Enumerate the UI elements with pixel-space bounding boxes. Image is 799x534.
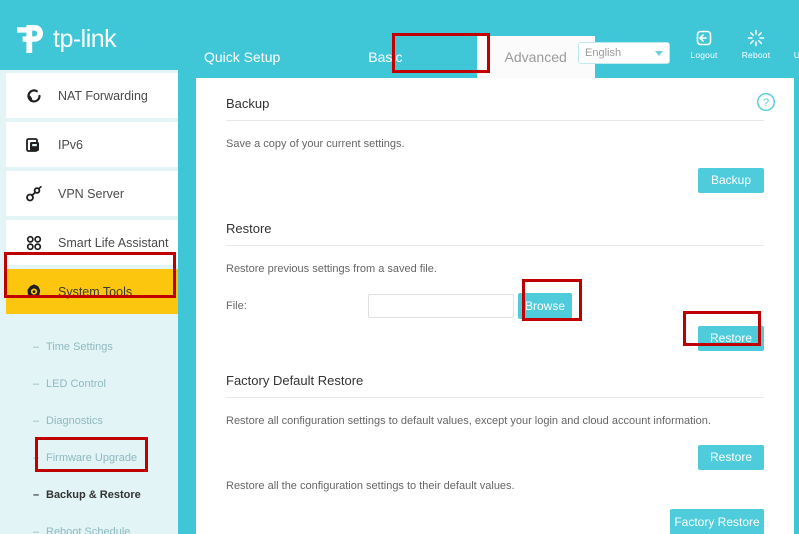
sidebar-item-label: Smart Life Assistant bbox=[58, 235, 169, 250]
logout-icon bbox=[694, 28, 714, 48]
sidebar-item-label: IPv6 bbox=[58, 137, 84, 152]
backup-divider bbox=[226, 120, 764, 121]
sidebar-subitem-diagnostics[interactable]: Diagnostics bbox=[0, 402, 190, 439]
sidebar-item-label: VPN Server bbox=[58, 186, 124, 201]
backup-button[interactable]: Backup bbox=[698, 168, 764, 193]
sidebar-subitem-firmware-upgrade[interactable]: Firmware Upgrade bbox=[0, 439, 190, 476]
factory-restore-button[interactable]: Factory Restore bbox=[670, 509, 764, 534]
tab-quick-setup[interactable]: Quick Setup bbox=[190, 36, 294, 78]
logout-button[interactable]: Logout bbox=[686, 28, 722, 60]
language-select[interactable]: English bbox=[578, 42, 670, 64]
update-label: Update bbox=[793, 50, 799, 60]
backup-title: Backup bbox=[226, 96, 270, 111]
sidebar-item-system-tools[interactable]: System Tools bbox=[6, 269, 184, 314]
header-actions: Logout Reboot U bbox=[686, 28, 799, 60]
svg-text:?: ? bbox=[763, 97, 769, 109]
help-question-icon[interactable]: ? bbox=[756, 92, 776, 117]
sidebar-subitem-time-settings[interactable]: Time Settings bbox=[0, 328, 190, 365]
reboot-button[interactable]: Reboot bbox=[738, 28, 774, 60]
router-admin-page: tp-link Quick Setup Basic Advanced Engli… bbox=[0, 0, 799, 534]
file-label: File: bbox=[226, 300, 247, 312]
brand-name: tp-link bbox=[53, 24, 117, 53]
restore-title: Restore bbox=[226, 221, 272, 236]
vpn-server-icon bbox=[24, 184, 44, 204]
language-selected-value: English bbox=[585, 47, 622, 59]
backup-description: Save a copy of your current settings. bbox=[226, 138, 405, 150]
factory-restore-title: Factory Default Restore bbox=[226, 373, 364, 388]
sidebar-subitem-led-control[interactable]: LED Control bbox=[0, 365, 190, 402]
smart-life-assistant-icon bbox=[24, 233, 44, 253]
main-content: ? Backup Save a copy of your current set… bbox=[196, 78, 794, 534]
sidebar-item-label: NAT Forwarding bbox=[58, 88, 148, 103]
ipv6-icon bbox=[24, 135, 44, 155]
sidebar-main-nav: NAT Forwarding IPv6 VPN Server Smart Lif… bbox=[0, 70, 190, 314]
restore-divider bbox=[226, 245, 764, 246]
restore-description: Restore previous settings from a saved f… bbox=[226, 263, 437, 275]
logout-label: Logout bbox=[690, 50, 718, 60]
sidebar-subitem-backup-and-restore[interactable]: Backup & Restore bbox=[0, 476, 190, 513]
tab-basic[interactable]: Basic bbox=[354, 36, 416, 78]
browse-button[interactable]: Browse bbox=[518, 293, 572, 319]
factory-restore-divider bbox=[226, 397, 764, 398]
chevron-down-icon bbox=[655, 50, 663, 56]
page-header: tp-link Quick Setup Basic Advanced Engli… bbox=[0, 0, 799, 78]
reboot-label: Reboot bbox=[741, 50, 771, 60]
restore-section: Restore Restore previous settings from a… bbox=[226, 221, 764, 351]
sidebar-item-label: System Tools bbox=[58, 284, 133, 299]
file-row: File: Browse bbox=[226, 293, 764, 319]
sidebar-item-vpn-server[interactable]: VPN Server bbox=[6, 171, 184, 216]
update-button[interactable]: 1 Update bbox=[790, 28, 799, 60]
file-path-input[interactable] bbox=[368, 294, 514, 318]
backup-section: Backup Save a copy of your current setti… bbox=[226, 96, 764, 193]
nat-forwarding-icon bbox=[24, 86, 44, 106]
sidebar-sub-nav: Time Settings LED Control Diagnostics Fi… bbox=[0, 318, 190, 534]
sidebar-item-nat-forwarding[interactable]: NAT Forwarding bbox=[6, 73, 184, 118]
factory-restore-description-2: Restore all the configuration settings t… bbox=[226, 480, 515, 492]
reboot-icon bbox=[746, 28, 766, 48]
sidebar-subitem-reboot-schedule[interactable]: Reboot Schedule bbox=[0, 513, 190, 534]
restore-button[interactable]: Restore bbox=[698, 326, 764, 351]
factory-default-restore-section: Factory Default Restore Restore all conf… bbox=[226, 373, 764, 534]
factory-partial-restore-button[interactable]: Restore bbox=[698, 445, 764, 470]
tp-link-logo-icon bbox=[14, 22, 48, 56]
system-tools-gear-icon bbox=[24, 282, 44, 302]
factory-restore-description-1: Restore all configuration settings to de… bbox=[226, 415, 711, 427]
sidebar: NAT Forwarding IPv6 VPN Server Smart Lif… bbox=[0, 70, 190, 534]
brand-logo[interactable]: tp-link bbox=[14, 22, 117, 56]
sidebar-divider bbox=[178, 70, 190, 534]
main-tabs: Quick Setup Basic Advanced bbox=[190, 36, 595, 78]
sidebar-item-smart-life-assistant[interactable]: Smart Life Assistant bbox=[6, 220, 184, 265]
sidebar-item-ipv6[interactable]: IPv6 bbox=[6, 122, 184, 167]
